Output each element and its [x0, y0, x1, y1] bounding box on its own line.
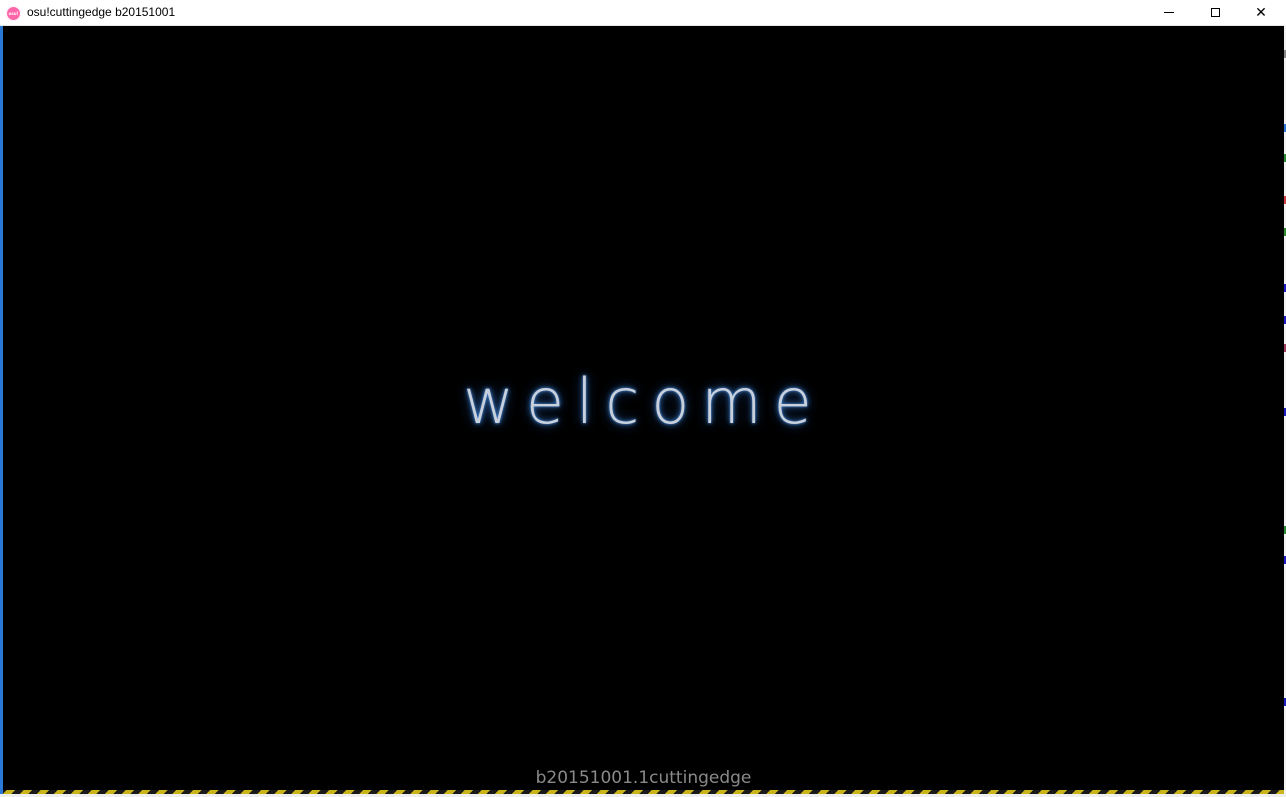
close-button[interactable]: ✕	[1238, 0, 1284, 25]
welcome-text: welcome	[463, 365, 824, 438]
maximize-icon	[1210, 8, 1220, 17]
version-label: b20151001.1cuttingedge	[535, 768, 752, 788]
close-icon: ✕	[1255, 4, 1267, 21]
minimize-button[interactable]	[1146, 0, 1192, 25]
maximize-button[interactable]	[1192, 0, 1238, 25]
osu-window: osu! osu!cuttingedge b20151001 ✕ welcome…	[0, 0, 1286, 797]
osu-logo-icon[interactable]: osu!	[6, 6, 21, 21]
title-bar[interactable]: osu! osu!cuttingedge b20151001 ✕	[0, 0, 1284, 26]
osu-logo-text: osu!	[8, 10, 19, 16]
window-title: osu!cuttingedge b20151001	[27, 5, 176, 19]
minimize-icon	[1164, 12, 1174, 13]
game-viewport[interactable]: welcome b20151001.1cuttingedge	[3, 26, 1284, 793]
